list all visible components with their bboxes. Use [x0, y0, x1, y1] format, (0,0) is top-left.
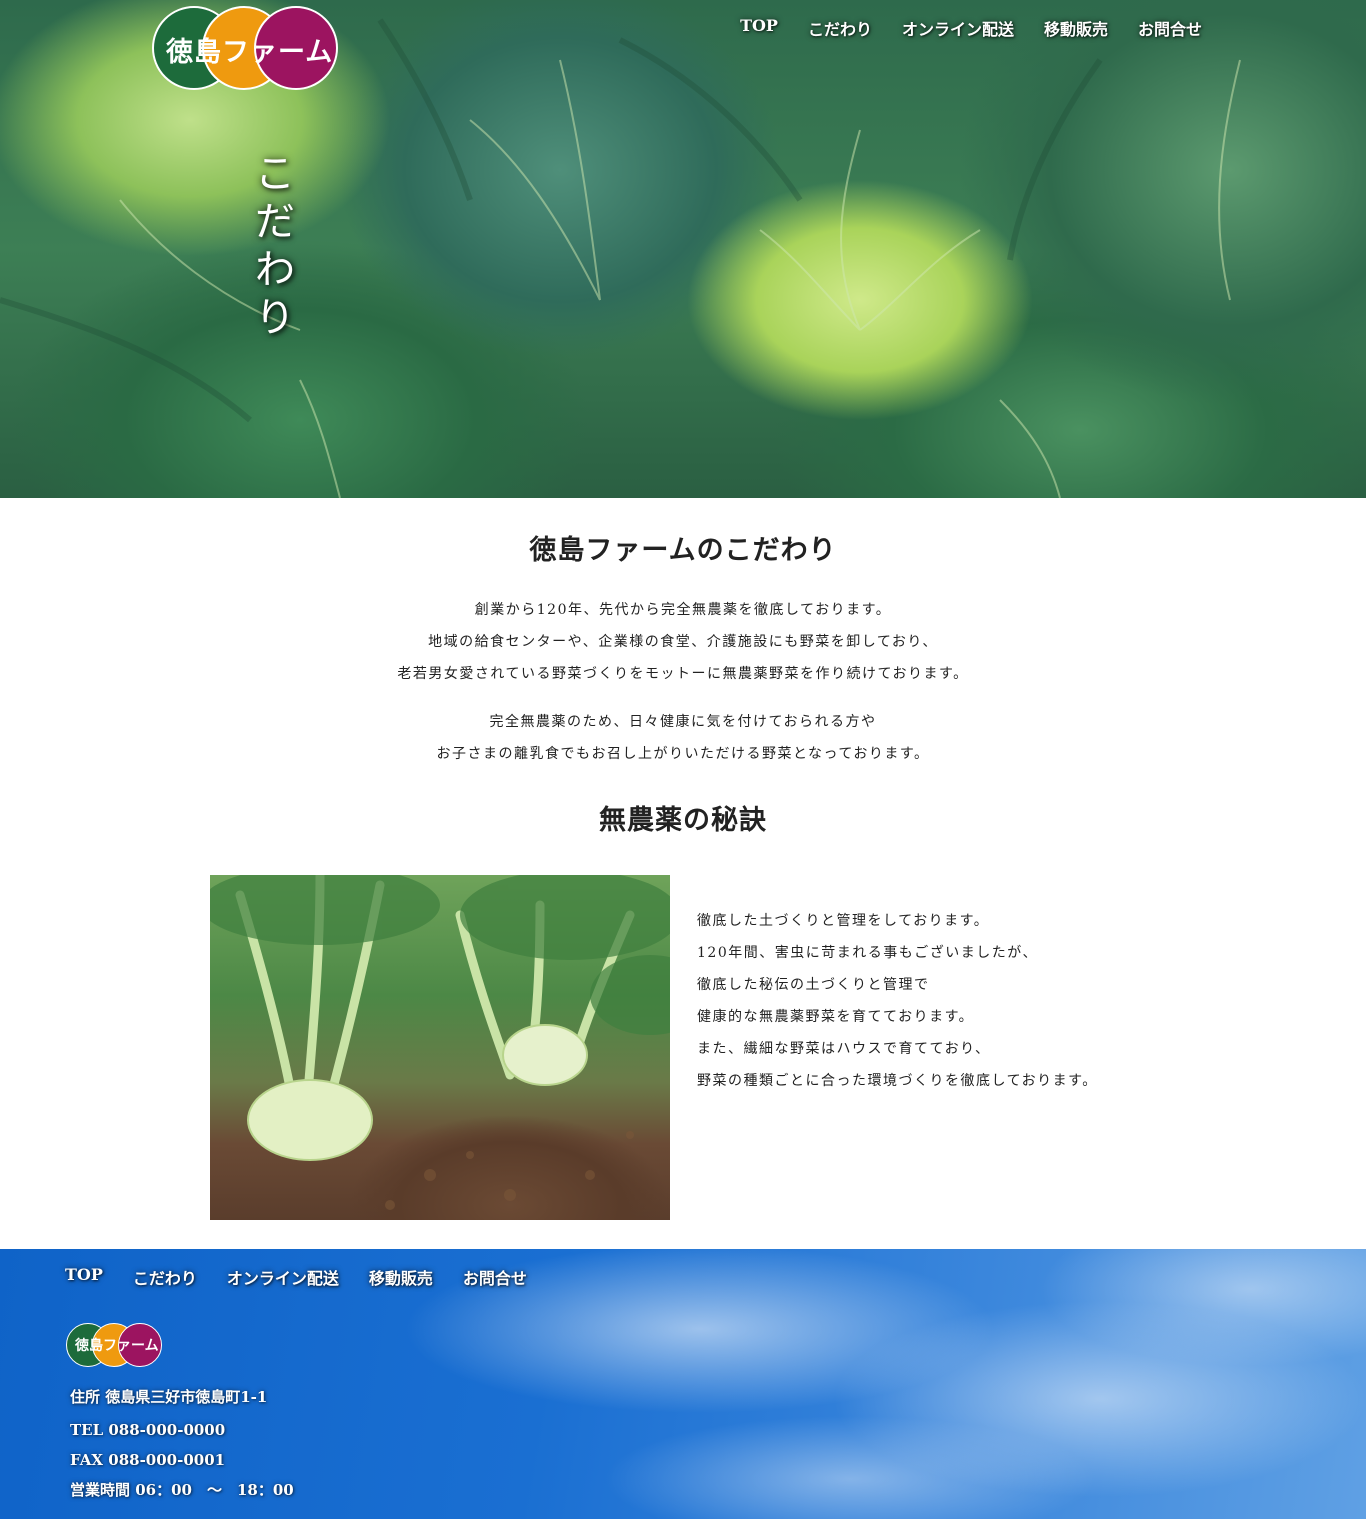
footer-hours: 営業時間 06：00 ～ 18：00 — [70, 1481, 294, 1499]
footer-logo[interactable]: 徳島ファーム — [66, 1323, 162, 1369]
intro-paragraph-1: 創業から120年、先代から完全無農薬を徹底しております。 地域の給食センターや、… — [0, 594, 1366, 690]
secret-line: 健康的な無農薬野菜を育てております。 — [697, 1009, 975, 1025]
footer-tel: TEL 088-000-0000 — [70, 1421, 226, 1439]
nav-contact[interactable]: お問合せ — [1138, 16, 1202, 40]
kohlrabi-illustration — [210, 875, 670, 1210]
hero-title-char: だ — [255, 199, 295, 245]
footer-logo-text: 徳島ファーム — [75, 1338, 159, 1354]
kohlrabi-photo — [210, 875, 670, 1220]
footer-address: 住所 徳島県三好市徳島町1-1 — [70, 1388, 268, 1406]
logo-text: 徳島ファーム — [166, 37, 334, 68]
site-logo[interactable]: 徳島ファーム — [152, 6, 338, 90]
nav-top[interactable]: TOP — [740, 16, 778, 40]
secret-heading: 無農薬の秘訣 — [599, 805, 767, 836]
footer-nav: TOP こだわり オンライン配送 移動販売 お問合せ — [65, 1265, 527, 1289]
intro-line: 完全無農薬のため、日々健康に気を付けておられる方や — [489, 714, 877, 730]
hero-title: こ だ わ り — [250, 150, 300, 342]
nav-mobile-sales[interactable]: 移動販売 — [1044, 16, 1108, 40]
nav-kodawari[interactable]: こだわり — [808, 16, 872, 40]
footer-nav-kodawari[interactable]: こだわり — [133, 1265, 197, 1289]
footer-contact-info: 住所 徳島県三好市徳島町1-1 TEL 088-000-0000 FAX 088… — [70, 1382, 294, 1505]
footer-nav-online-delivery[interactable]: オンライン配送 — [227, 1265, 339, 1289]
footer-nav-top[interactable]: TOP — [65, 1265, 103, 1289]
intro-line: 創業から120年、先代から完全無農薬を徹底しております。 — [474, 602, 892, 618]
footer-nav-mobile-sales[interactable]: 移動販売 — [369, 1265, 433, 1289]
hero-title-char: り — [255, 295, 295, 341]
hero-title-char: こ — [255, 151, 295, 197]
secret-text: 徹底した土づくりと管理をしております。 120年間、害虫に苛まれる事もございまし… — [697, 905, 1217, 1097]
secret-line: 徹底した土づくりと管理をしております。 — [697, 913, 990, 929]
intro-paragraph-2: 完全無農薬のため、日々健康に気を付けておられる方や お子さまの離乳食でもお召し上… — [0, 706, 1366, 770]
secret-line: 徹底した秘伝の土づくりと管理で — [697, 977, 930, 993]
site-footer: TOP こだわり オンライン配送 移動販売 お問合せ 徳島ファーム 住所 徳島県… — [0, 1249, 1366, 1519]
nav-online-delivery[interactable]: オンライン配送 — [902, 16, 1014, 40]
footer-nav-contact[interactable]: お問合せ — [463, 1265, 527, 1289]
secret-line: また、繊細な野菜はハウスで育てており、 — [697, 1041, 991, 1057]
header-nav: TOP こだわり オンライン配送 移動販売 お問合せ — [740, 16, 1202, 40]
secret-line: 120年間、害虫に苛まれる事もございましたが、 — [697, 945, 1038, 961]
intro-line: 老若男女愛されている野菜づくりをモットーに無農薬野菜を作り続けております。 — [397, 666, 969, 682]
secret-line: 野菜の種類ごとに合った環境づくりを徹底しております。 — [697, 1073, 1098, 1089]
hero-banner: 徳島ファーム TOP こだわり オンライン配送 移動販売 お問合せ こ だ わ … — [0, 0, 1366, 498]
intro-line: 地域の給食センターや、企業様の食堂、介護施設にも野菜を卸しており、 — [428, 634, 938, 650]
intro-line: お子さまの離乳食でもお召し上がりいただける野菜となっております。 — [436, 746, 930, 762]
footer-fax: FAX 088-000-0001 — [70, 1451, 226, 1469]
intro-heading: 徳島ファームのこだわり — [529, 535, 837, 566]
hero-title-char: わ — [255, 247, 295, 293]
